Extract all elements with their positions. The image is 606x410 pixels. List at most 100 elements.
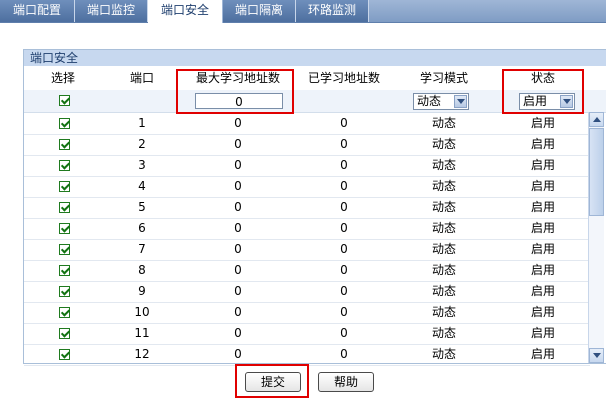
status-cell: 启用 bbox=[530, 137, 555, 151]
row-checkbox[interactable] bbox=[59, 286, 70, 297]
select-all-checkbox[interactable] bbox=[59, 95, 70, 106]
panel-title: 端口安全 bbox=[24, 50, 606, 66]
row-checkbox[interactable] bbox=[59, 202, 70, 213]
status-cell: 启用 bbox=[530, 326, 555, 340]
learned-cell: 0 bbox=[340, 347, 348, 361]
max-cell: 0 bbox=[234, 305, 242, 319]
learned-cell: 0 bbox=[340, 284, 348, 298]
max-cell: 0 bbox=[234, 221, 242, 235]
port-cell: 11 bbox=[134, 326, 150, 340]
help-button[interactable]: 帮助 bbox=[318, 372, 374, 392]
max-cell: 0 bbox=[234, 200, 242, 214]
max-cell: 0 bbox=[234, 263, 242, 277]
status-cell: 启用 bbox=[530, 305, 555, 319]
learned-cell: 0 bbox=[340, 200, 348, 214]
header-status: 状态 bbox=[530, 71, 555, 85]
mode-cell: 动态 bbox=[431, 116, 456, 130]
learned-cell: 0 bbox=[340, 242, 348, 256]
mode-cell: 动态 bbox=[431, 347, 456, 361]
mode-cell: 动态 bbox=[431, 137, 456, 151]
table-row: 10 0 0 动态 启用 bbox=[24, 302, 590, 324]
status-selected: 启用 bbox=[523, 94, 548, 108]
status-cell: 启用 bbox=[530, 158, 555, 172]
learned-cell: 0 bbox=[340, 158, 348, 172]
row-checkbox[interactable] bbox=[59, 307, 70, 318]
max-cell: 0 bbox=[234, 326, 242, 340]
port-cell: 7 bbox=[138, 242, 146, 256]
table-row: 6 0 0 动态 启用 bbox=[24, 218, 590, 240]
table-row: 3 0 0 动态 启用 bbox=[24, 155, 590, 177]
learned-cell: 0 bbox=[340, 326, 348, 340]
learned-cell: 0 bbox=[340, 221, 348, 235]
learned-cell: 0 bbox=[340, 137, 348, 151]
learned-cell: 0 bbox=[340, 305, 348, 319]
max-cell: 0 bbox=[234, 242, 242, 256]
table-row: 5 0 0 动态 启用 bbox=[24, 197, 590, 219]
max-cell: 0 bbox=[234, 347, 242, 361]
mode-cell: 动态 bbox=[431, 284, 456, 298]
mode-cell: 动态 bbox=[431, 305, 456, 319]
learned-cell: 0 bbox=[340, 179, 348, 193]
mode-cell: 动态 bbox=[431, 326, 456, 340]
port-security-panel: 端口安全 选择 端口 最大学习地址数 已学习地址数 学习模式 状态 0 动态 启… bbox=[23, 49, 606, 366]
row-checkbox[interactable] bbox=[59, 223, 70, 234]
mode-cell: 动态 bbox=[431, 263, 456, 277]
row-checkbox[interactable] bbox=[59, 349, 70, 360]
status-cell: 启用 bbox=[530, 263, 555, 277]
status-cell: 启用 bbox=[530, 284, 555, 298]
max-cell: 0 bbox=[234, 116, 242, 130]
row-checkbox[interactable] bbox=[59, 118, 70, 129]
status-select[interactable]: 启用 bbox=[519, 93, 575, 110]
submit-button[interactable]: 提交 bbox=[245, 372, 301, 392]
row-checkbox[interactable] bbox=[59, 160, 70, 171]
port-cell: 2 bbox=[138, 137, 146, 151]
chevron-down-icon bbox=[454, 95, 467, 108]
table-row: 1 0 0 动态 启用 bbox=[24, 113, 590, 135]
row-checkbox[interactable] bbox=[59, 244, 70, 255]
max-learn-input[interactable]: 0 bbox=[195, 93, 283, 109]
header-learned: 已学习地址数 bbox=[307, 71, 380, 85]
learned-cell: 0 bbox=[340, 116, 348, 130]
header-select: 选择 bbox=[50, 71, 75, 85]
max-cell: 0 bbox=[234, 284, 242, 298]
tab-port-monitor[interactable]: 端口监控 bbox=[75, 0, 148, 22]
batch-config-row: 0 动态 启用 bbox=[24, 90, 606, 113]
status-cell: 启用 bbox=[530, 242, 555, 256]
header-port: 端口 bbox=[129, 71, 154, 85]
port-cell: 3 bbox=[138, 158, 146, 172]
row-checkbox[interactable] bbox=[59, 265, 70, 276]
row-checkbox[interactable] bbox=[59, 181, 70, 192]
tab-loop-detection[interactable]: 环路监测 bbox=[296, 0, 369, 22]
header-max-learn: 最大学习地址数 bbox=[195, 71, 280, 85]
row-checkbox[interactable] bbox=[59, 328, 70, 339]
learn-mode-selected: 动态 bbox=[417, 94, 442, 108]
table-row: 9 0 0 动态 启用 bbox=[24, 281, 590, 303]
table-row: 12 0 0 动态 启用 bbox=[24, 344, 590, 366]
port-cell: 4 bbox=[138, 179, 146, 193]
vertical-scrollbar[interactable] bbox=[588, 112, 604, 363]
learn-mode-select[interactable]: 动态 bbox=[413, 93, 469, 110]
status-cell: 启用 bbox=[530, 179, 555, 193]
tab-port-isolation[interactable]: 端口隔离 bbox=[223, 0, 296, 22]
port-cell: 5 bbox=[138, 200, 146, 214]
scroll-down-icon[interactable] bbox=[589, 348, 604, 363]
port-cell: 8 bbox=[138, 263, 146, 277]
scroll-thumb[interactable] bbox=[589, 128, 604, 216]
tab-port-security[interactable]: 端口安全 bbox=[148, 0, 223, 23]
max-cell: 0 bbox=[234, 137, 242, 151]
table-row: 7 0 0 动态 启用 bbox=[24, 239, 590, 261]
scroll-up-icon[interactable] bbox=[589, 112, 604, 127]
mode-cell: 动态 bbox=[431, 242, 456, 256]
learned-cell: 0 bbox=[340, 263, 348, 277]
tab-bar: 端口配置 端口监控 端口安全 端口隔离 环路监测 bbox=[0, 0, 606, 23]
status-cell: 启用 bbox=[530, 200, 555, 214]
port-cell: 6 bbox=[138, 221, 146, 235]
status-cell: 启用 bbox=[530, 347, 555, 361]
tab-port-config[interactable]: 端口配置 bbox=[0, 0, 75, 22]
row-checkbox[interactable] bbox=[59, 139, 70, 150]
port-cell: 10 bbox=[134, 305, 150, 319]
port-cell: 1 bbox=[138, 116, 146, 130]
chevron-down-icon bbox=[560, 95, 573, 108]
mode-cell: 动态 bbox=[431, 179, 456, 193]
table-row: 11 0 0 动态 启用 bbox=[24, 323, 590, 345]
